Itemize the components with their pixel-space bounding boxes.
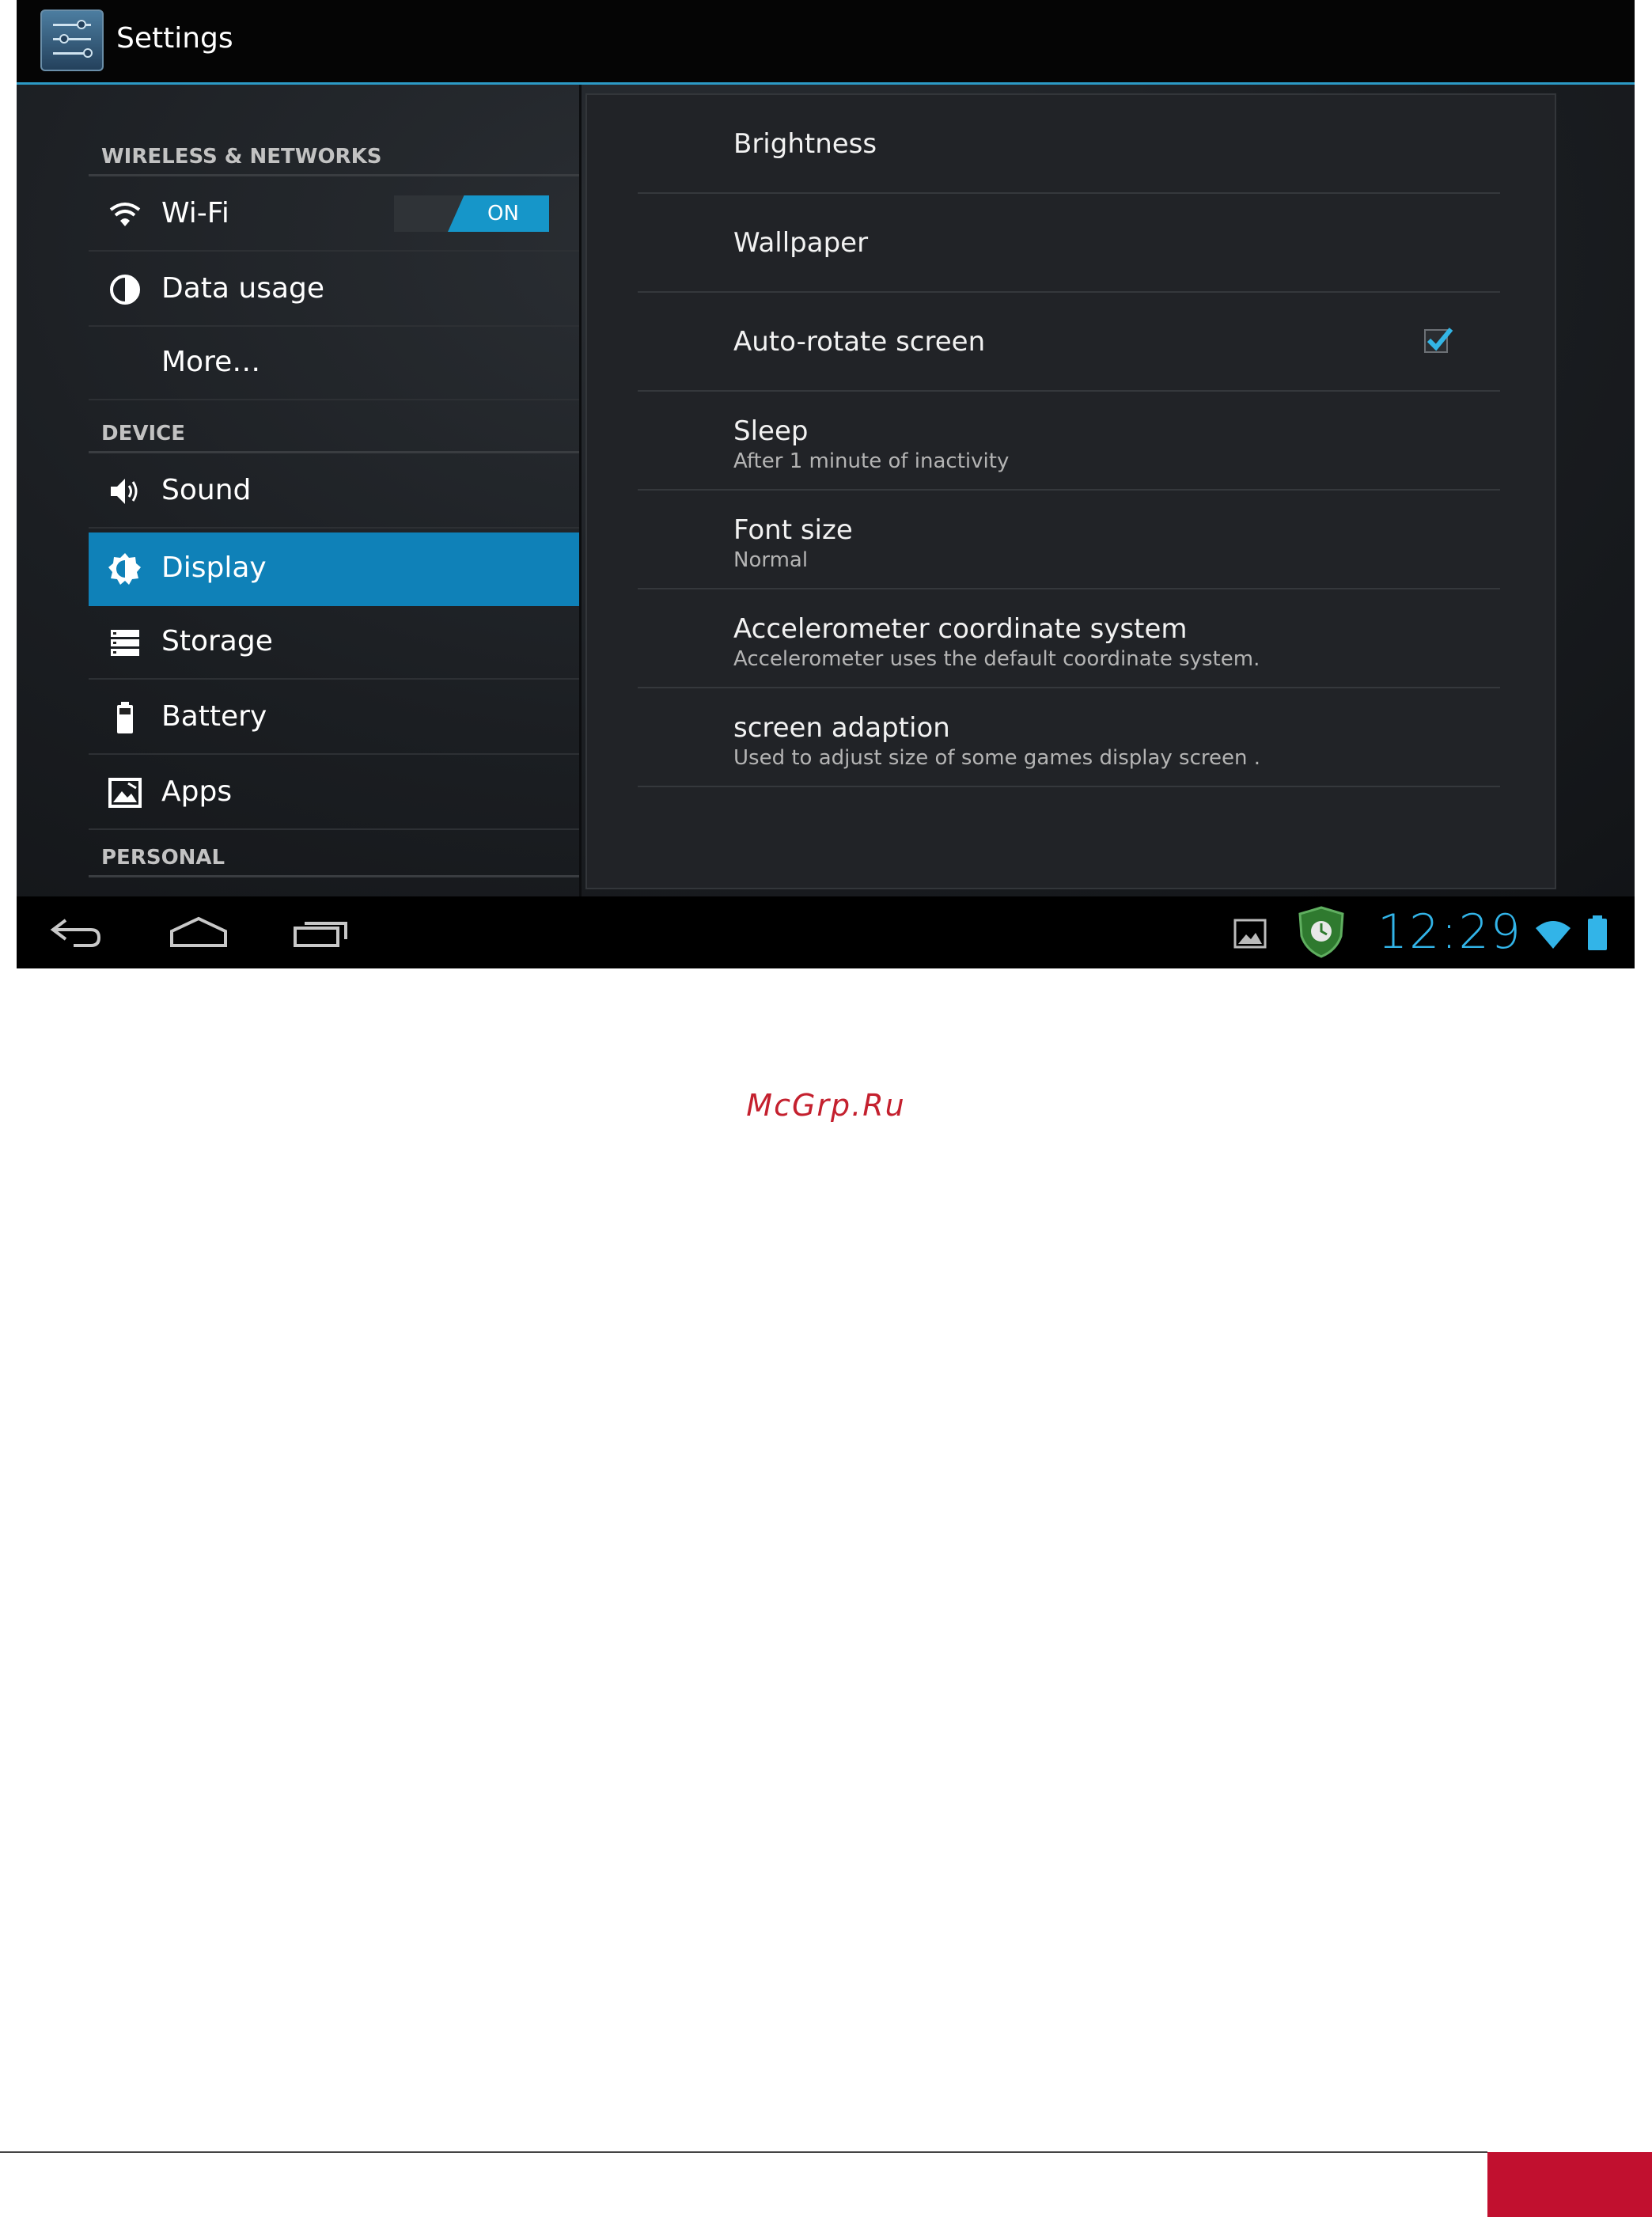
auto-rotate-checkbox[interactable]: [1424, 328, 1453, 353]
setting-wallpaper[interactable]: Wallpaper: [638, 194, 1500, 293]
setting-title: Brightness: [733, 128, 877, 160]
watermark-text: McGrp.Ru: [746, 1088, 906, 1123]
wifi-status-icon: [1536, 921, 1571, 949]
setting-summary: Normal: [733, 548, 809, 572]
section-header-wireless: WIRELESS & NETWORKS: [89, 138, 579, 176]
sidebar-item-display[interactable]: Display: [89, 532, 579, 606]
brightness-icon: [108, 553, 141, 585]
battery-status-icon: [1588, 915, 1607, 950]
sidebar-item-label: Apps: [161, 775, 233, 808]
sidebar-item-label: Display: [161, 551, 267, 584]
sidebar-item-battery[interactable]: Battery: [89, 681, 579, 755]
setting-screen-adaption[interactable]: screen adaption Used to adjust size of s…: [638, 688, 1500, 787]
setting-accelerometer[interactable]: Accelerometer coordinate system Accelero…: [638, 589, 1500, 688]
setting-font-size[interactable]: Font size Normal: [638, 491, 1500, 589]
data-usage-icon: [110, 275, 140, 305]
home-icon[interactable]: [169, 914, 229, 952]
sidebar-item-label: Data usage: [161, 272, 325, 305]
sidebar-item-label: Storage: [161, 625, 273, 658]
setting-summary: After 1 minute of inactivity: [733, 449, 1010, 473]
apps-icon: [108, 778, 142, 808]
setting-title: Sleep: [733, 415, 809, 447]
sidebar-item-label: Battery: [161, 700, 267, 733]
sidebar-item-more[interactable]: More…: [89, 327, 579, 400]
footer-accent-block: [1487, 2152, 1652, 2217]
settings-content: WIRELESS & NETWORKS Wi-Fi ON Data usage: [17, 85, 1635, 896]
pane-divider: [579, 85, 582, 896]
sidebar-item-sound[interactable]: Sound: [89, 455, 579, 529]
shield-notification-icon[interactable]: [1297, 906, 1346, 958]
storage-icon: [111, 630, 139, 656]
sidebar-item-label: More…: [161, 346, 261, 378]
setting-title: screen adaption: [733, 712, 950, 744]
settings-categories: WIRELESS & NETWORKS Wi-Fi ON Data usage: [89, 85, 579, 896]
wifi-icon: [109, 203, 141, 226]
gallery-notification-icon[interactable]: [1233, 919, 1267, 949]
setting-summary: Accelerometer uses the default coordinat…: [733, 647, 1260, 671]
page-title: Settings: [116, 22, 233, 55]
sidebar-item-label: Wi-Fi: [161, 197, 229, 229]
speaker-icon: [111, 479, 138, 504]
setting-summary: Used to adjust size of some games displa…: [733, 746, 1261, 770]
tablet-screen: Settings WIRELESS & NETWORKS Wi-Fi ON Da…: [17, 0, 1635, 968]
section-header-device: DEVICE: [89, 415, 579, 453]
setting-title: Font size: [733, 514, 853, 546]
sidebar-item-storage[interactable]: Storage: [89, 606, 579, 680]
battery-icon: [117, 702, 133, 733]
setting-auto-rotate[interactable]: Auto-rotate screen: [638, 293, 1500, 392]
setting-sleep[interactable]: Sleep After 1 minute of inactivity: [638, 392, 1500, 491]
status-clock: 12:29: [1377, 904, 1522, 960]
setting-brightness[interactable]: Brightness: [638, 95, 1500, 194]
setting-title: Wallpaper: [733, 227, 869, 259]
action-bar: Settings: [17, 0, 1635, 85]
back-icon[interactable]: [50, 914, 105, 952]
setting-title: Auto-rotate screen: [733, 326, 986, 358]
sidebar-item-wifi[interactable]: Wi-Fi ON: [89, 178, 579, 252]
system-navigation-bar: 12:29: [17, 896, 1635, 968]
recent-apps-icon[interactable]: [292, 914, 352, 952]
setting-title: Accelerometer coordinate system: [733, 613, 1188, 645]
display-settings-panel: Brightness Wallpaper Auto-rotate screen …: [585, 93, 1556, 889]
sidebar-item-label: Sound: [161, 474, 252, 506]
sidebar-item-apps[interactable]: Apps: [89, 756, 579, 830]
checkmark-icon: [1427, 328, 1453, 351]
settings-sliders-icon[interactable]: [40, 9, 104, 71]
footer-rule: [0, 2151, 1487, 2153]
sidebar-item-data-usage[interactable]: Data usage: [89, 253, 579, 327]
section-header-personal: PERSONAL: [89, 839, 579, 877]
wifi-toggle[interactable]: ON: [394, 195, 549, 232]
